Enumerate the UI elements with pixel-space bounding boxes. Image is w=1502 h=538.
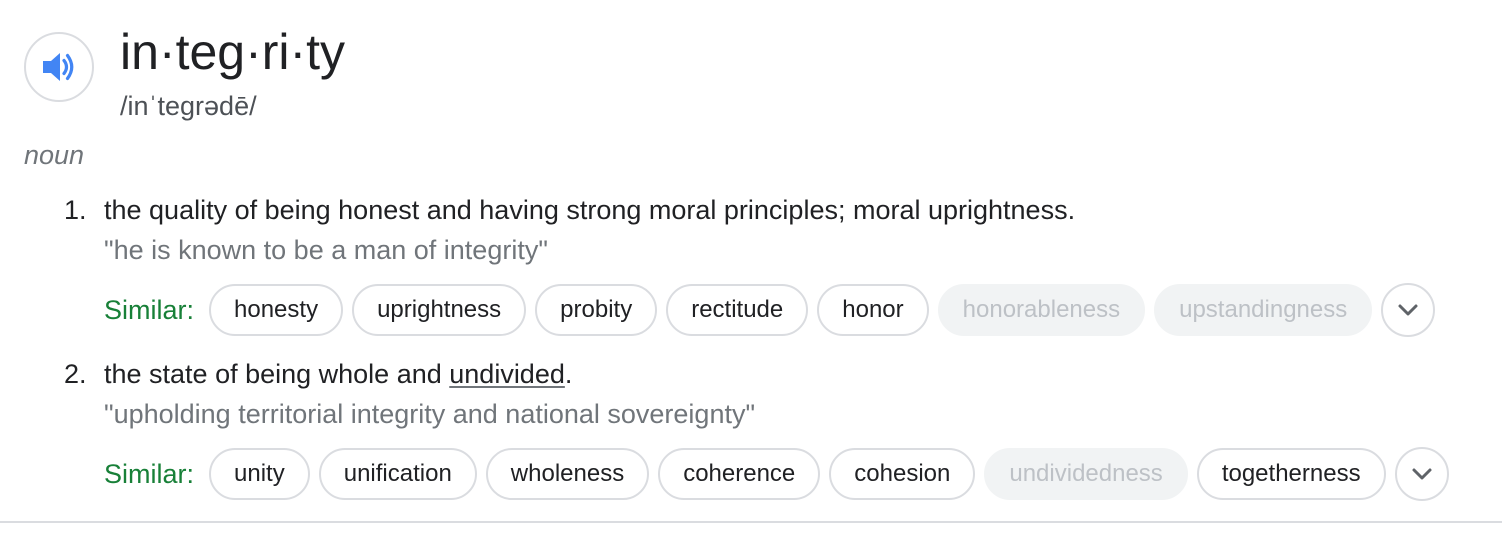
sense-example: "he is known to be a man of integrity" [104, 235, 548, 265]
pronunciation-play-button[interactable] [24, 32, 94, 102]
similar-chip[interactable]: probity [535, 284, 658, 336]
chevron-down-icon [1412, 468, 1432, 480]
similar-chip[interactable]: togetherness [1196, 448, 1386, 500]
definition-text-end: . [564, 359, 573, 389]
similar-chip-muted[interactable]: upstandingness [1154, 284, 1373, 336]
similar-chip[interactable]: coherence [658, 448, 821, 500]
similar-words-row: Similar: unity unification wholeness coh… [104, 446, 1449, 502]
similar-label: Similar: [104, 459, 195, 489]
similar-chip[interactable]: honor [817, 284, 929, 336]
sense-number: 2. [64, 359, 87, 389]
similar-chip[interactable]: uprightness [352, 284, 527, 336]
similar-chip[interactable]: wholeness [485, 448, 650, 500]
similar-chip[interactable]: cohesion [829, 448, 976, 500]
sense-definition: the quality of being honest and having s… [104, 195, 1076, 225]
volume-up-icon [43, 53, 74, 81]
part-of-speech: noun [24, 140, 85, 170]
definition-text: the state of being whole and [104, 359, 450, 389]
section-divider [0, 521, 1502, 523]
similar-chip-muted[interactable]: undividedness [984, 448, 1188, 500]
similar-chip[interactable]: rectitude [666, 284, 809, 336]
definition-link-undivided[interactable]: undivided [449, 359, 565, 389]
headword: in·teg·ri·ty [120, 24, 346, 80]
sense-definition: the state of being whole and undivided. [104, 356, 572, 392]
similar-words-row: Similar: honesty uprightness probity rec… [104, 282, 1436, 338]
expand-similar-button[interactable] [1381, 283, 1436, 337]
chevron-down-icon [1398, 304, 1418, 316]
similar-chip[interactable]: unity [209, 448, 310, 500]
phonetic-spelling: /inˈtegrədē/ [120, 91, 257, 121]
similar-label: Similar: [104, 295, 195, 325]
sense-example: "upholding territorial integrity and nat… [104, 399, 756, 429]
similar-chip-muted[interactable]: honorableness [937, 284, 1146, 336]
similar-chip[interactable]: unification [318, 448, 477, 500]
expand-similar-button[interactable] [1394, 447, 1449, 501]
similar-chip[interactable]: honesty [209, 284, 344, 336]
sense-number: 1. [64, 195, 87, 225]
